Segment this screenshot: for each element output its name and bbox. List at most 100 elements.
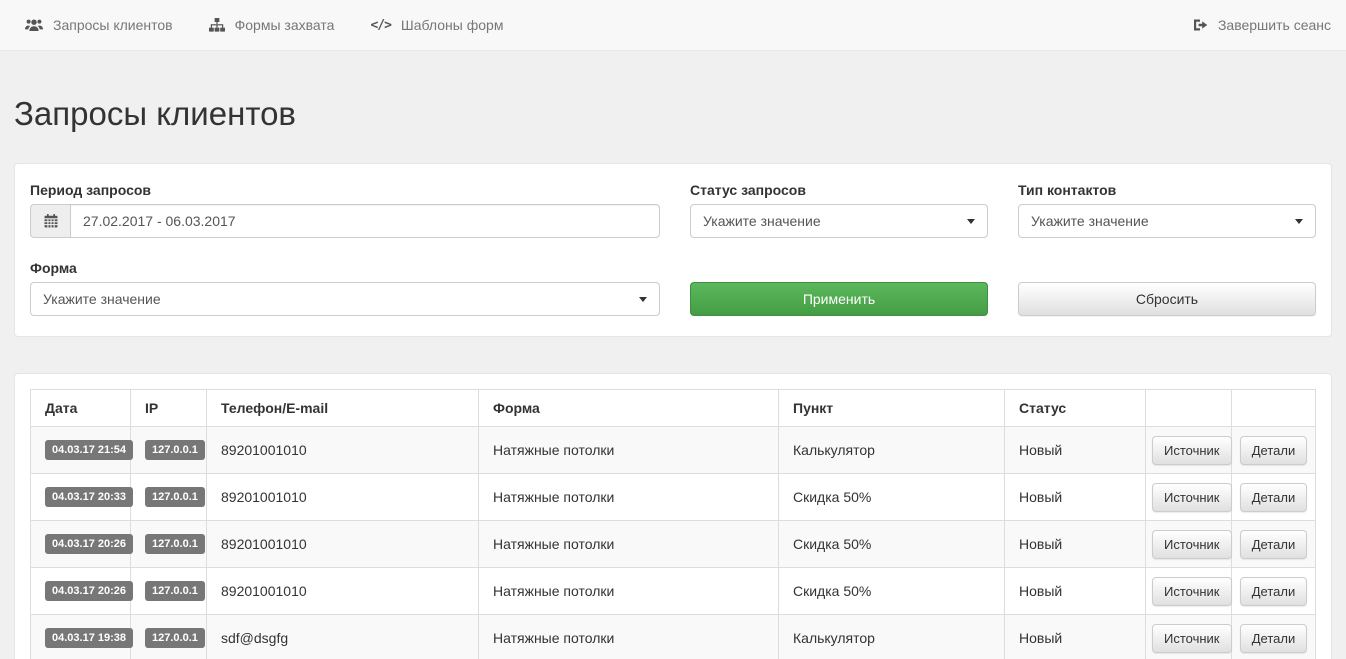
contact-cell: 89201001010 [207, 474, 479, 521]
date-cell: 04.03.17 20:26 [31, 521, 131, 568]
source-cell: Источник [1146, 521, 1232, 568]
filter-contact-type: Тип контактов Укажите значение [1018, 182, 1316, 238]
status-select[interactable]: Укажите значение [690, 204, 988, 238]
date-cell: 04.03.17 20:26 [31, 568, 131, 615]
nav-item-capture-forms[interactable]: Формы захвата [209, 17, 335, 33]
header-date: Дата [31, 390, 131, 427]
ip-badge: 127.0.0.1 [145, 440, 205, 460]
item-cell: Калькулятор [779, 615, 1005, 659]
details-button[interactable]: Детали [1240, 483, 1308, 512]
details-cell: Детали [1232, 615, 1316, 659]
form-cell: Натяжные потолки [479, 474, 779, 521]
table-row: 04.03.17 19:38 127.0.0.1sdf@dsgfgНатяжные… [31, 615, 1316, 659]
status-cell: Новый [1005, 474, 1146, 521]
status-cell: Новый [1005, 521, 1146, 568]
nav-item-label: Шаблоны форм [401, 17, 504, 33]
ip-badge: 127.0.0.1 [145, 628, 205, 648]
header-item: Пункт [779, 390, 1005, 427]
date-badge: 04.03.17 21:54 [45, 440, 133, 460]
details-button[interactable]: Детали [1240, 624, 1308, 653]
sign-out-icon [1193, 18, 1208, 32]
nav-item-label: Формы захвата [235, 17, 335, 33]
source-button[interactable]: Источник [1152, 436, 1232, 465]
header-source [1146, 390, 1232, 427]
chevron-down-icon [639, 297, 647, 302]
users-icon [25, 18, 43, 32]
calendar-icon[interactable] [30, 204, 70, 238]
table-body: 04.03.17 21:54127.0.0.189201001010Натяжн… [31, 427, 1316, 659]
ip-cell: 127.0.0.1 [131, 427, 207, 474]
nav-item-label: Завершить сеанс [1218, 17, 1331, 33]
status-cell: Новый [1005, 427, 1146, 474]
header-details [1232, 390, 1316, 427]
date-cell: 04.03.17 20:33 [31, 474, 131, 521]
apply-button-cell: Применить [690, 260, 988, 316]
form-cell: Натяжные потолки [479, 427, 779, 474]
contact-type-select[interactable]: Укажите значение [1018, 204, 1316, 238]
source-cell: Источник [1146, 427, 1232, 474]
table-row: 04.03.17 21:54127.0.0.189201001010Натяжн… [31, 427, 1316, 474]
header-ip: IP [131, 390, 207, 427]
ip-cell: 127.0.0.1 [131, 615, 207, 659]
requests-table: Дата IP Телефон/E-mail Форма Пункт Стату… [30, 389, 1316, 659]
contact-cell: 89201001010 [207, 568, 479, 615]
details-button[interactable]: Детали [1240, 577, 1308, 606]
date-cell: 04.03.17 19:38 [31, 615, 131, 659]
filter-form: Форма Укажите значение [30, 260, 660, 316]
header-form: Форма [479, 390, 779, 427]
form-cell: Натяжные потолки [479, 521, 779, 568]
source-button[interactable]: Источник [1152, 624, 1232, 653]
form-select-value: Укажите значение [43, 291, 161, 307]
status-select-value: Укажите значение [703, 213, 821, 229]
code-icon: </> [370, 18, 390, 33]
status-cell: Новый [1005, 568, 1146, 615]
ip-badge: 127.0.0.1 [145, 487, 205, 507]
filter-status: Статус запросов Укажите значение [690, 182, 988, 238]
date-badge: 04.03.17 20:33 [45, 487, 133, 507]
contact-type-label: Тип контактов [1018, 182, 1316, 198]
item-cell: Скидка 50% [779, 474, 1005, 521]
contact-type-select-value: Укажите значение [1031, 213, 1149, 229]
details-cell: Детали [1232, 427, 1316, 474]
nav-item-label: Запросы клиентов [53, 17, 173, 33]
reset-button[interactable]: Сбросить [1018, 282, 1316, 316]
contact-cell: sdf@dsgfg [207, 615, 479, 659]
date-badge: 04.03.17 20:26 [45, 534, 133, 554]
ip-badge: 127.0.0.1 [145, 534, 205, 554]
sitemap-icon [209, 18, 225, 32]
source-cell: Источник [1146, 615, 1232, 659]
period-input[interactable] [70, 204, 660, 238]
apply-button[interactable]: Применить [690, 282, 988, 316]
source-button[interactable]: Источник [1152, 483, 1232, 512]
form-cell: Натяжные потолки [479, 568, 779, 615]
reset-button-cell: Сбросить [1018, 260, 1316, 316]
form-cell: Натяжные потолки [479, 615, 779, 659]
nav-item-client-requests[interactable]: Запросы клиентов [25, 17, 173, 33]
details-button[interactable]: Детали [1240, 436, 1308, 465]
header-status: Статус [1005, 390, 1146, 427]
nav-left-group: Запросы клиентов Формы захвата </> Шабло… [25, 17, 539, 33]
table-header-row: Дата IP Телефон/E-mail Форма Пункт Стату… [31, 390, 1316, 427]
source-cell: Источник [1146, 474, 1232, 521]
nav-item-form-templates[interactable]: </> Шаблоны форм [370, 17, 503, 33]
table-row: 04.03.17 20:26 127.0.0.189201001010Натяжн… [31, 521, 1316, 568]
ip-badge: 127.0.0.1 [145, 581, 205, 601]
nav-item-logout[interactable]: Завершить сеанс [1193, 17, 1331, 33]
top-navbar: Запросы клиентов Формы захвата </> Шабло… [0, 0, 1346, 51]
form-select[interactable]: Укажите значение [30, 282, 660, 316]
source-button[interactable]: Источник [1152, 577, 1232, 606]
table-row: 04.03.17 20:33 127.0.0.189201001010Натяжн… [31, 474, 1316, 521]
header-contact: Телефон/E-mail [207, 390, 479, 427]
status-label: Статус запросов [690, 182, 988, 198]
date-badge: 04.03.17 20:26 [45, 581, 133, 601]
ip-cell: 127.0.0.1 [131, 521, 207, 568]
table-row: 04.03.17 20:26 127.0.0.189201001010Натяжн… [31, 568, 1316, 615]
source-button[interactable]: Источник [1152, 530, 1232, 559]
contact-cell: 89201001010 [207, 521, 479, 568]
date-badge: 04.03.17 19:38 [45, 628, 133, 648]
details-button[interactable]: Детали [1240, 530, 1308, 559]
source-cell: Источник [1146, 568, 1232, 615]
requests-table-panel: Дата IP Телефон/E-mail Форма Пункт Стату… [14, 373, 1332, 659]
ip-cell: 127.0.0.1 [131, 568, 207, 615]
details-cell: Детали [1232, 474, 1316, 521]
